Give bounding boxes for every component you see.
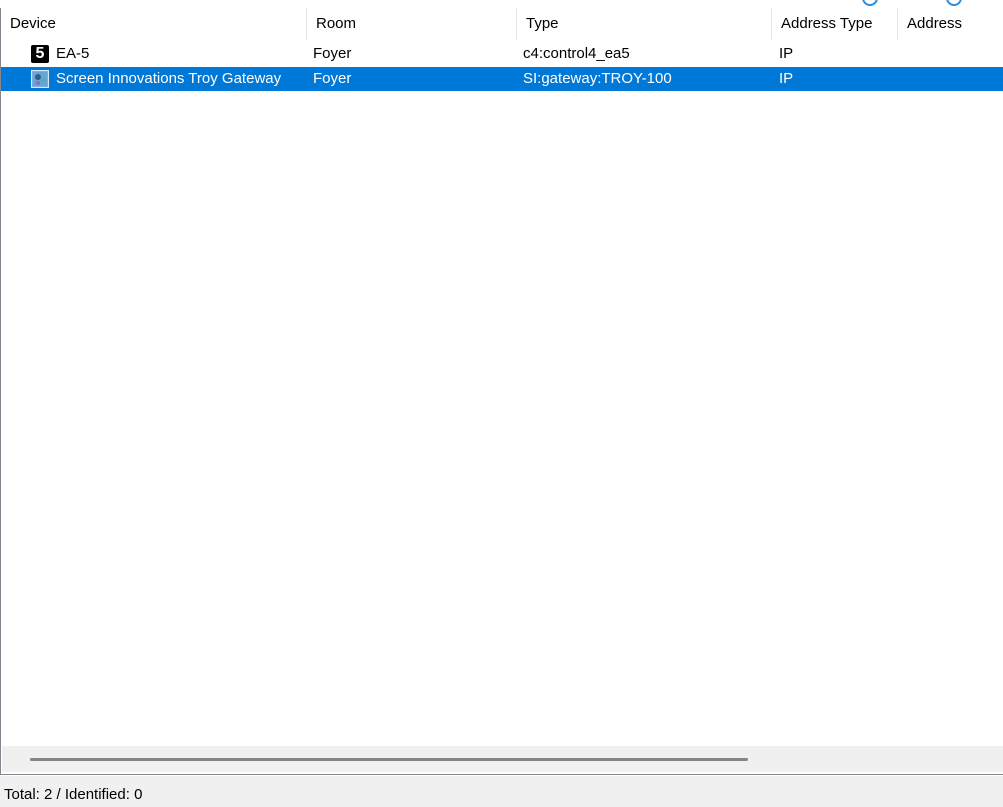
device-list-view[interactable]: Device Room Type Address Type Address 5 … [0, 8, 1003, 775]
column-header-address-type[interactable]: Address Type [772, 8, 898, 40]
column-header-device[interactable]: Device [1, 8, 307, 40]
status-text: Total: 2 / Identified: 0 [4, 786, 143, 803]
cell-address-type: IP [779, 45, 794, 62]
device-list-window: Device Room Type Address Type Address 5 … [0, 0, 1003, 807]
table-row-ea5[interactable]: 5 EA-5 Foyer c4:control4_ea5 IP [1, 42, 1003, 66]
settings-icon[interactable] [946, 0, 962, 6]
cell-address-type: IP [779, 70, 794, 87]
status-bar: Total: 2 / Identified: 0 [0, 776, 1003, 807]
column-header-address[interactable]: Address [898, 8, 1003, 40]
cell-type: SI:gateway:TROY-100 [523, 70, 672, 87]
cell-device: Screen Innovations Troy Gateway [56, 70, 282, 87]
cell-room: Foyer [313, 70, 352, 87]
scrollbar-thumb[interactable] [30, 758, 748, 761]
list-header: Device Room Type Address Type Address [1, 8, 1003, 40]
cell-address [905, 67, 1000, 91]
cell-address [905, 42, 1000, 66]
horizontal-scrollbar[interactable] [2, 746, 1003, 772]
column-header-type[interactable]: Type [517, 8, 772, 40]
cell-device: EA-5 [56, 45, 90, 62]
refresh-icon[interactable] [862, 0, 878, 6]
cell-type: c4:control4_ea5 [523, 45, 630, 62]
screen-innovations-icon [31, 70, 49, 88]
control4-ea5-icon: 5 [31, 45, 49, 63]
table-row-troy-gateway[interactable]: Screen Innovations Troy Gateway Foyer SI… [1, 67, 1003, 91]
cell-room: Foyer [313, 45, 352, 62]
column-header-room[interactable]: Room [307, 8, 517, 40]
